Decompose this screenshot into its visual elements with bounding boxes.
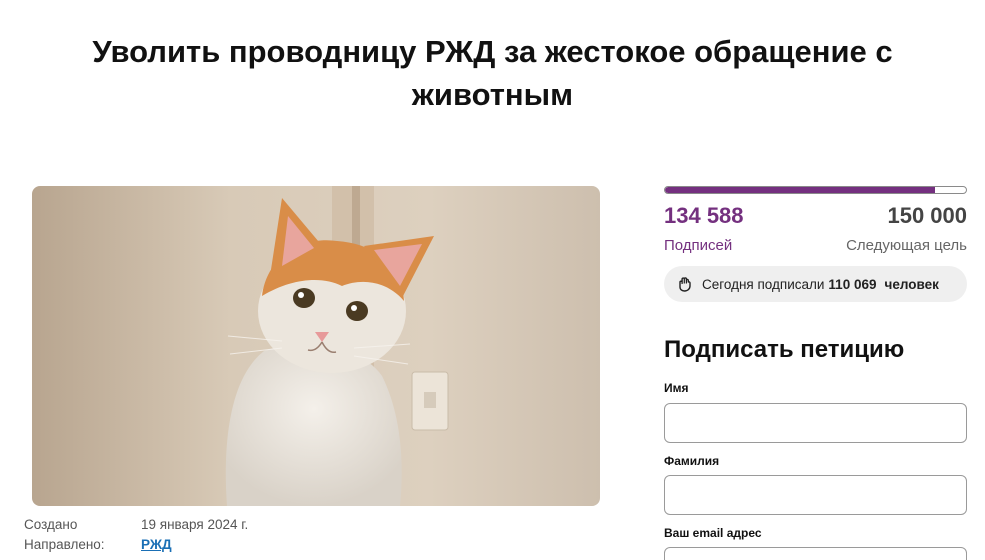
today-count: 110 069 [828,276,877,292]
created-label: Создано [24,517,78,532]
today-suffix: человек [884,276,939,292]
sent-row: Направлено: РЖД [24,535,248,555]
sign-form-title: Подписать петицию [664,336,905,363]
petition-meta: Создано 19 января 2024 г. Направлено: РЖ… [24,515,248,555]
today-signatures-badge: Сегодня подписали 110 069 человек [664,266,967,302]
goal-count: 150 000 [887,203,967,228]
petition-photo [32,186,600,506]
signed-label: Подписей [664,237,733,254]
created-row: Создано 19 января 2024 г. [24,515,248,535]
goal-label: Следующая цель [846,237,967,254]
cat-photo-image [32,186,600,506]
sent-label: Направлено: [24,537,105,552]
petition-title: Уволить проводницу РЖД за жестокое обращ… [92,34,893,112]
last-name-input[interactable] [664,475,967,515]
created-date: 19 января 2024 г. [141,517,249,532]
first-name-label: Имя [664,381,689,395]
first-name-input[interactable] [664,403,967,443]
email-input[interactable] [664,547,967,560]
last-name-label: Фамилия [664,454,720,468]
email-label: Ваш email адрес [664,526,762,540]
today-prefix: Сегодня подписали [702,276,825,292]
signature-progress-bar [664,186,967,194]
signed-count: 134 588 [664,203,744,228]
recipient-link[interactable]: РЖД [141,535,172,555]
signature-progress-fill [665,187,935,193]
fist-icon [676,275,694,293]
